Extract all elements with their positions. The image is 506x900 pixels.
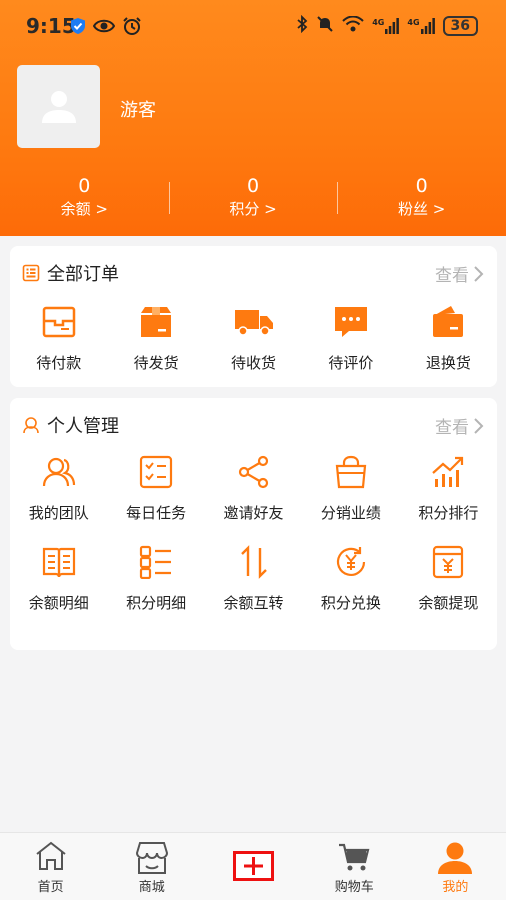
stat-label: 余额 > [60,200,108,218]
ledger-book-icon [42,547,75,578]
bluetooth-icon [296,14,308,37]
tab-label: 首页 [37,880,64,895]
delivery-truck-icon [234,310,273,336]
order-label: 待付款 [36,354,82,372]
ranking-chart-icon [432,456,464,487]
manage-card: 个人管理 查看 我的团队 每日任务 邀请好友 分销业绩 积分排行 余额明细 积分… [10,398,497,650]
stat-points[interactable]: 0 积分 > [168,174,338,224]
manage-label: 我的团队 [28,504,89,522]
wallet-return-icon [433,306,464,337]
manage-label: 余额明细 [28,594,89,612]
stat-label: 积分 > [229,200,277,218]
tab-label: 我的 [442,880,469,895]
order-label: 待发货 [133,354,179,372]
tab-label: 商城 [138,880,165,895]
manage-balance-detail[interactable]: 余额明细 [10,544,107,613]
manage-label: 每日任务 [126,504,187,522]
manage-balance-transfer[interactable]: 余额互转 [205,544,302,613]
orders-row: 待付款 待发货 待收货 待评价 退换货 [10,304,497,373]
transfer-arrows-icon [240,545,267,579]
manage-label: 分销业绩 [320,504,381,522]
tab-cart[interactable]: 购物车 [304,833,405,900]
eye-icon [92,18,116,38]
manage-distribution[interactable]: 分销业绩 [302,454,399,523]
manage-points-exchange[interactable]: 积分兑换 [302,544,399,613]
signal-icon: 4G [372,18,400,34]
mute-bell-icon [316,15,334,37]
manage-label: 邀请好友 [223,504,284,522]
orders-title: 全部订单 [47,264,119,285]
tab-label: 购物车 [334,880,374,895]
store-icon [135,842,168,874]
add-plus-icon [244,857,263,875]
manage-balance-withdraw[interactable]: 余额提现 [400,544,497,613]
manage-points-detail[interactable]: 积分明细 [107,544,204,613]
order-pending-review[interactable]: 待评价 [302,304,399,373]
person-outline-icon [22,416,40,438]
home-icon [35,841,66,870]
wifi-icon [342,15,364,36]
manage-label: 积分兑换 [320,594,381,612]
manage-header[interactable]: 个人管理 查看 [10,398,497,450]
manage-label: 余额提现 [418,594,479,612]
cart-icon [339,843,370,871]
order-label: 待收货 [231,354,277,372]
order-returns[interactable]: 退换货 [400,304,497,373]
comment-icon [334,307,367,337]
user-icon [41,90,76,123]
tab-home[interactable]: 首页 [0,833,101,900]
username[interactable]: 游客 [120,96,156,122]
manage-label: 余额互转 [223,594,284,612]
stat-balance[interactable]: 0 余额 > [0,174,169,224]
share-icon [238,455,268,489]
stat-value: 0 [246,175,260,197]
chevron-right-icon [474,417,484,434]
add-button[interactable] [233,851,274,881]
order-list-icon [22,264,40,286]
status-time: 9:15 [26,14,76,38]
orders-header[interactable]: 全部订单 查看 [10,246,497,298]
chevron-right-icon [474,265,484,282]
shopping-bag-icon [335,455,367,489]
manage-invite-friends[interactable]: 邀请好友 [205,454,302,523]
pending-shipment-icon [141,307,172,337]
tab-mine[interactable]: 我的 [405,833,506,900]
stat-fans[interactable]: 0 粉丝 > [337,174,506,224]
manage-daily-tasks[interactable]: 每日任务 [107,454,204,523]
order-label: 待评价 [328,354,374,372]
manage-title: 个人管理 [47,416,119,437]
yen-exchange-icon [336,547,366,576]
manage-label: 积分明细 [126,594,187,612]
status-bar: 9:15 4G 4G 36 [0,0,506,50]
stat-value: 0 [78,175,91,197]
profile-header: 9:15 4G 4G 36 游客 0 余额 > 0 积分 > 0 粉丝 > [0,0,506,236]
orders-view-all[interactable]: 查看 [435,261,485,286]
withdraw-icon [433,545,464,579]
manage-row-1: 我的团队 每日任务 邀请好友 分销业绩 积分排行 [10,454,497,523]
stat-label: 粉丝 > [398,200,446,218]
stat-value: 0 [415,175,428,197]
task-checklist-icon [140,455,173,489]
manage-label: 积分排行 [418,504,479,522]
manage-view-all[interactable]: 查看 [435,413,485,438]
tab-store[interactable]: 商城 [101,833,202,900]
orders-card: 全部订单 查看 待付款 待发货 待收货 待评价 退换货 [10,246,497,387]
battery-indicator: 36 [442,16,478,36]
manage-row-2: 余额明细 积分明细 余额互转 积分兑换 余额提现 [10,544,497,613]
avatar[interactable] [17,65,100,148]
signal-icon-2: 4G [407,18,435,34]
order-pending-receipt[interactable]: 待收货 [205,304,302,373]
team-icon [42,457,75,487]
order-pending-shipment[interactable]: 待发货 [107,304,204,373]
person-icon [438,842,473,874]
order-pending-payment[interactable]: 待付款 [10,304,107,373]
stats-bar: 0 余额 > 0 积分 > 0 粉丝 > [0,174,506,224]
order-label: 退换货 [425,354,471,372]
list-icon [140,545,172,579]
manage-points-ranking[interactable]: 积分排行 [400,454,497,523]
pending-payment-icon [42,306,75,338]
manage-my-team[interactable]: 我的团队 [10,454,107,523]
alarm-icon [122,16,142,40]
shield-icon [70,17,86,39]
